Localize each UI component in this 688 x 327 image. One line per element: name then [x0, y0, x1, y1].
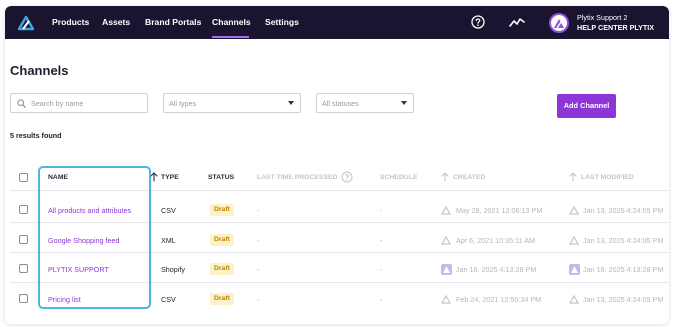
- last-modified-date: Jan 13, 2025 4:24:05 PM: [583, 236, 664, 245]
- nav-brand-portals[interactable]: Brand Portals: [145, 16, 201, 28]
- last-processed-value: -: [257, 206, 260, 215]
- created-date: Apr 6, 2021 10:35:11 AM: [456, 236, 535, 245]
- search-field[interactable]: [10, 93, 148, 113]
- nav-channels[interactable]: Channels: [212, 16, 251, 28]
- schedule-value: -: [380, 236, 383, 245]
- user-avatar[interactable]: [549, 13, 569, 33]
- user-avatar-small: [569, 264, 580, 275]
- plytix-small-logo-icon: [443, 266, 450, 273]
- last-processed-value: -: [257, 236, 260, 245]
- last-processed-value: -: [257, 265, 260, 274]
- trend-line-icon[interactable]: [509, 16, 525, 28]
- sort-arrow-up-icon[interactable]: [150, 172, 158, 182]
- schedule-value: -: [380, 206, 383, 215]
- name-column-highlight: [38, 166, 151, 309]
- type-filter-select[interactable]: All types: [163, 93, 301, 113]
- last-processed-value: -: [257, 295, 260, 304]
- chevron-down-icon: [401, 101, 407, 105]
- select-all-checkbox[interactable]: [19, 173, 28, 182]
- plytix-avatar-icon: [554, 19, 564, 29]
- row-checkbox[interactable]: [19, 235, 28, 244]
- row-checkbox[interactable]: [19, 205, 28, 214]
- plytix-small-logo-icon: [571, 266, 578, 273]
- nav-active-indicator: [212, 36, 249, 38]
- row-checkbox[interactable]: [19, 264, 28, 273]
- info-help-icon[interactable]: [341, 171, 353, 183]
- status-badge: Draft: [210, 263, 234, 275]
- channel-type: XML: [161, 236, 176, 245]
- nav-products[interactable]: Products: [52, 16, 89, 28]
- last-modified-date: Jan 16, 2025 4:13:28 PM: [583, 265, 664, 274]
- last-modified-date: Jan 13, 2025 4:24:05 PM: [583, 206, 664, 215]
- user-organization[interactable]: HELP CENTER PLYTIX: [577, 23, 654, 32]
- column-header-status[interactable]: STATUS: [208, 173, 234, 182]
- plytix-small-logo-icon: [441, 206, 451, 215]
- plytix-small-logo-icon: [569, 236, 579, 245]
- search-icon: [17, 99, 26, 108]
- column-header-last-processed[interactable]: LAST TIME PROCESSED: [257, 173, 337, 182]
- column-header-type[interactable]: TYPE: [161, 173, 179, 182]
- nav-settings[interactable]: Settings: [265, 16, 299, 28]
- channel-type: Shopify: [161, 265, 185, 274]
- plytix-small-logo-icon: [569, 206, 579, 215]
- created-date: May 28, 2021 12:06:13 PM: [456, 206, 543, 215]
- status-filter-value: All statuses: [322, 99, 359, 108]
- chevron-down-icon: [288, 101, 294, 105]
- status-badge: Draft: [210, 234, 234, 246]
- status-badge: Draft: [210, 293, 234, 305]
- channel-type: CSV: [161, 206, 176, 215]
- user-avatar-small: [441, 264, 452, 275]
- results-count: 5 results found: [10, 131, 62, 140]
- column-header-schedule[interactable]: SCHEDULE: [380, 173, 417, 182]
- nav-assets[interactable]: Assets: [102, 16, 130, 28]
- status-filter-select[interactable]: All statuses: [316, 93, 414, 113]
- app-window: Products Assets Brand Portals Channels S…: [5, 6, 669, 324]
- question-circle-icon[interactable]: [471, 15, 485, 29]
- page-title: Channels: [10, 63, 69, 78]
- type-filter-value: All types: [169, 99, 197, 108]
- last-modified-date: Jan 13, 2025 4:24:05 PM: [583, 295, 664, 304]
- row-checkbox[interactable]: [19, 294, 28, 303]
- schedule-value: -: [380, 265, 383, 274]
- schedule-value: -: [380, 295, 383, 304]
- search-input[interactable]: [31, 97, 143, 109]
- user-name[interactable]: Plytix Support 2: [577, 13, 627, 22]
- add-channel-button[interactable]: Add Channel: [557, 94, 616, 118]
- column-header-created[interactable]: CREATED: [453, 173, 485, 182]
- sort-arrow-up-icon[interactable]: [569, 172, 577, 182]
- plytix-small-logo-icon: [441, 236, 451, 245]
- plytix-small-logo-icon: [441, 295, 451, 304]
- created-date: Feb 24, 2021 12:50:34 PM: [456, 295, 542, 304]
- sort-arrow-up-icon[interactable]: [441, 172, 449, 182]
- plytix-logo-icon[interactable]: [17, 15, 35, 31]
- channel-type: CSV: [161, 295, 176, 304]
- column-header-last-modified[interactable]: LAST MODIFIED: [581, 173, 634, 182]
- plytix-small-logo-icon: [569, 295, 579, 304]
- created-date: Jan 16, 2025 4:13:28 PM: [456, 265, 537, 274]
- top-navigation-bar: Products Assets Brand Portals Channels S…: [5, 6, 669, 39]
- status-badge: Draft: [210, 204, 234, 216]
